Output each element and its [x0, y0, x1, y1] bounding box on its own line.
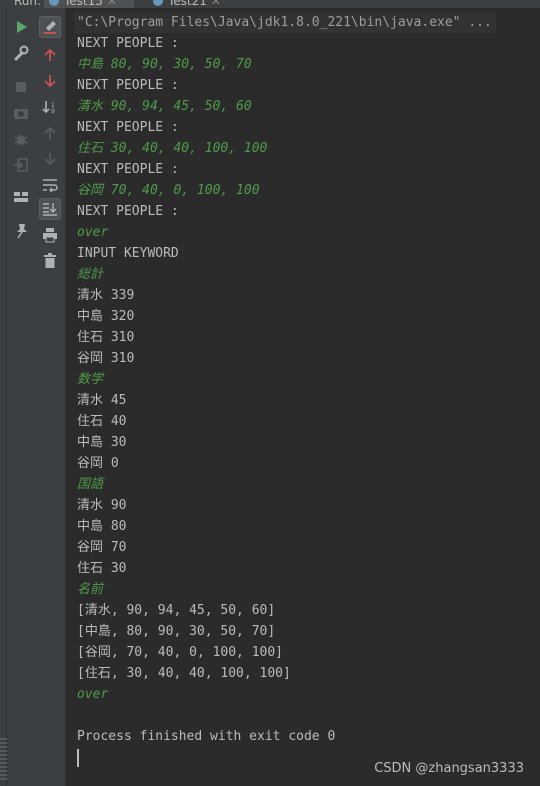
close-icon[interactable]: ✕ — [107, 0, 117, 8]
console-output-line: NEXT PEOPLE : — [77, 120, 179, 135]
structure-tool-label[interactable] — [0, 738, 7, 780]
clear-icon — [44, 21, 56, 34]
run-label: Run: — [14, 0, 42, 8]
up-button-disabled[interactable] — [39, 122, 61, 144]
exit-button[interactable] — [10, 154, 32, 176]
sort-button[interactable]: 1 9 — [39, 96, 61, 118]
clear-all-button[interactable] — [39, 16, 61, 38]
previous-occurrence-button[interactable] — [39, 44, 61, 66]
bug-icon — [14, 135, 28, 145]
settings-button[interactable] — [10, 42, 32, 64]
console-output-line: 谷岡 310 — [77, 351, 135, 366]
rerun-button[interactable] — [10, 16, 32, 38]
dump-threads-button[interactable] — [10, 102, 32, 124]
console-output-line: NEXT PEOPLE : — [77, 204, 179, 219]
next-occurrence-button[interactable] — [39, 70, 61, 92]
console-output-line: 清水 45 — [77, 393, 127, 408]
console-input-line: 数学 — [77, 372, 104, 387]
console-input-line: 谷岡 70, 40, 0, 100, 100 — [77, 183, 260, 198]
stop-icon — [16, 82, 26, 92]
console-output-line: [住石, 30, 40, 40, 100, 100] — [77, 666, 291, 681]
console-output-line: 住石 310 — [77, 330, 135, 345]
console-output[interactable]: "C:\Program Files\Java\jdk1.8.0_221\bin\… — [66, 8, 540, 786]
soft-wrap-button[interactable] — [39, 174, 61, 196]
console-output-line: INPUT KEYWORD — [77, 246, 179, 261]
watermark: CSDN @zhangsan3333 — [374, 761, 524, 776]
scroll-to-end-icon — [43, 203, 57, 216]
rerun-icon — [17, 21, 27, 33]
console-output-line: NEXT PEOPLE : — [77, 36, 179, 51]
console-input-line: 清水 90, 94, 45, 50, 60 — [77, 99, 252, 114]
delete-button[interactable] — [39, 250, 61, 272]
console-output-line: 中島 320 — [77, 309, 135, 324]
down-arrow-disabled-icon — [44, 153, 56, 166]
console-output-line: [清水, 90, 94, 45, 50, 60] — [77, 603, 276, 618]
console-output-line: NEXT PEOPLE : — [77, 78, 179, 93]
pin-icon — [17, 224, 27, 239]
down-button-disabled[interactable] — [39, 148, 61, 170]
exit-icon — [14, 158, 28, 172]
close-icon[interactable]: ✕ — [211, 0, 221, 8]
console-output-line: 住石 30 — [77, 561, 127, 576]
console-input-line: 総計 — [77, 267, 104, 282]
exit-status-line: Process finished with exit code 0 — [77, 729, 336, 744]
layout-icon — [14, 192, 28, 202]
console-input-line: 住石 30, 40, 40, 100, 100 — [77, 141, 268, 156]
up-arrow-disabled-icon — [44, 126, 56, 139]
console-output-line: 谷岡 0 — [77, 456, 119, 471]
sort-icon: 1 9 — [42, 101, 55, 114]
run-command-line: "C:\Program Files\Java\jdk1.8.0_221\bin\… — [74, 12, 496, 33]
text-caret — [77, 749, 79, 767]
console-input-line: over — [77, 687, 109, 702]
svg-text:9: 9 — [51, 108, 55, 114]
console-output-line: 中島 80 — [77, 519, 127, 534]
console-input-line: 国語 — [77, 477, 104, 492]
console-output-line: 住石 40 — [77, 414, 127, 429]
left-tool-strip — [0, 8, 7, 786]
console-input-line: 名前 — [77, 582, 104, 597]
wrench-icon — [14, 45, 29, 61]
java-class-icon — [49, 0, 59, 6]
pin-tab-button[interactable] — [10, 220, 32, 242]
console-output-line: 清水 339 — [77, 288, 135, 303]
print-icon — [43, 228, 57, 243]
print-button[interactable] — [39, 224, 61, 246]
console-output-line: 清水 90 — [77, 498, 127, 513]
stop-button[interactable] — [10, 76, 32, 98]
console-output-line: [谷岡, 70, 40, 0, 100, 100] — [77, 645, 284, 660]
run-toolbar-secondary: 1 9 — [35, 8, 66, 786]
java-class-icon — [153, 0, 163, 6]
console-output-line: NEXT PEOPLE : — [77, 162, 179, 177]
trash-icon — [44, 253, 56, 268]
console-input-line: 中島 80, 90, 30, 50, 70 — [77, 57, 252, 72]
tab-label: Test15 — [64, 0, 103, 8]
console-output-line: 中島 30 — [77, 435, 127, 450]
console-input-line: over — [77, 225, 109, 240]
console-output-line: 谷岡 70 — [77, 540, 127, 555]
tab-label: Test21 — [168, 0, 207, 8]
down-arrow-icon — [44, 75, 56, 88]
up-arrow-icon — [44, 48, 56, 61]
scroll-to-end-button[interactable] — [39, 198, 61, 220]
debug-button[interactable] — [10, 128, 32, 150]
tab-test21[interactable]: Test21 ✕ — [148, 0, 238, 8]
camera-icon — [14, 109, 28, 119]
restore-layout-button[interactable] — [10, 186, 32, 208]
console-output-line: [中島, 80, 90, 30, 50, 70] — [77, 624, 276, 639]
soft-wrap-icon — [43, 179, 58, 192]
run-toolbar-primary — [7, 8, 35, 786]
